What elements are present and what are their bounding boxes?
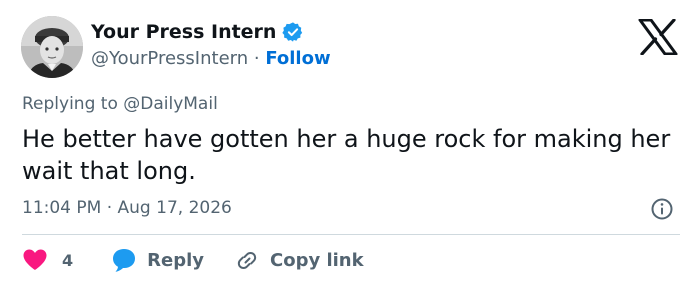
reply-context: Replying to @DailyMail [22,94,218,114]
copy-link-label: Copy link [270,249,364,271]
x-logo-icon[interactable] [638,18,678,56]
tweet-actions-bar: 4 Reply Copy link [22,246,364,274]
tweet-timestamp[interactable]: 11:04 PM · Aug 17, 2026 [22,198,232,218]
reply-mention-link[interactable]: @DailyMail [123,94,218,114]
author-display-name[interactable]: Your Press Intern [91,21,276,43]
tweet-text: He better have gotten her a huge rock fo… [22,125,671,185]
author-name-row: Your Press Intern [91,21,304,43]
follow-button[interactable]: Follow [265,48,330,69]
embedded-tweet-card: Your Press Intern @YourPressIntern · Fol… [0,0,700,287]
heart-icon [23,249,47,270]
like-button[interactable]: 4 [22,248,73,272]
divider [22,234,680,235]
reply-context-prefix: Replying to [22,94,124,114]
copy-link-button[interactable]: Copy link [234,247,364,273]
reply-label: Reply [147,249,204,271]
handle-separator: · [248,48,266,69]
reply-button[interactable]: Reply [111,247,204,273]
avatar[interactable] [21,16,83,78]
reply-bubble-icon [113,249,136,272]
author-handle[interactable]: @YourPressIntern [91,48,248,69]
info-icon[interactable] [650,197,674,221]
avatar-photo [21,16,83,78]
like-count: 4 [62,250,74,270]
author-handle-row: @YourPressIntern · Follow [91,48,331,69]
verified-badge-icon [282,21,304,43]
link-icon [237,251,257,270]
